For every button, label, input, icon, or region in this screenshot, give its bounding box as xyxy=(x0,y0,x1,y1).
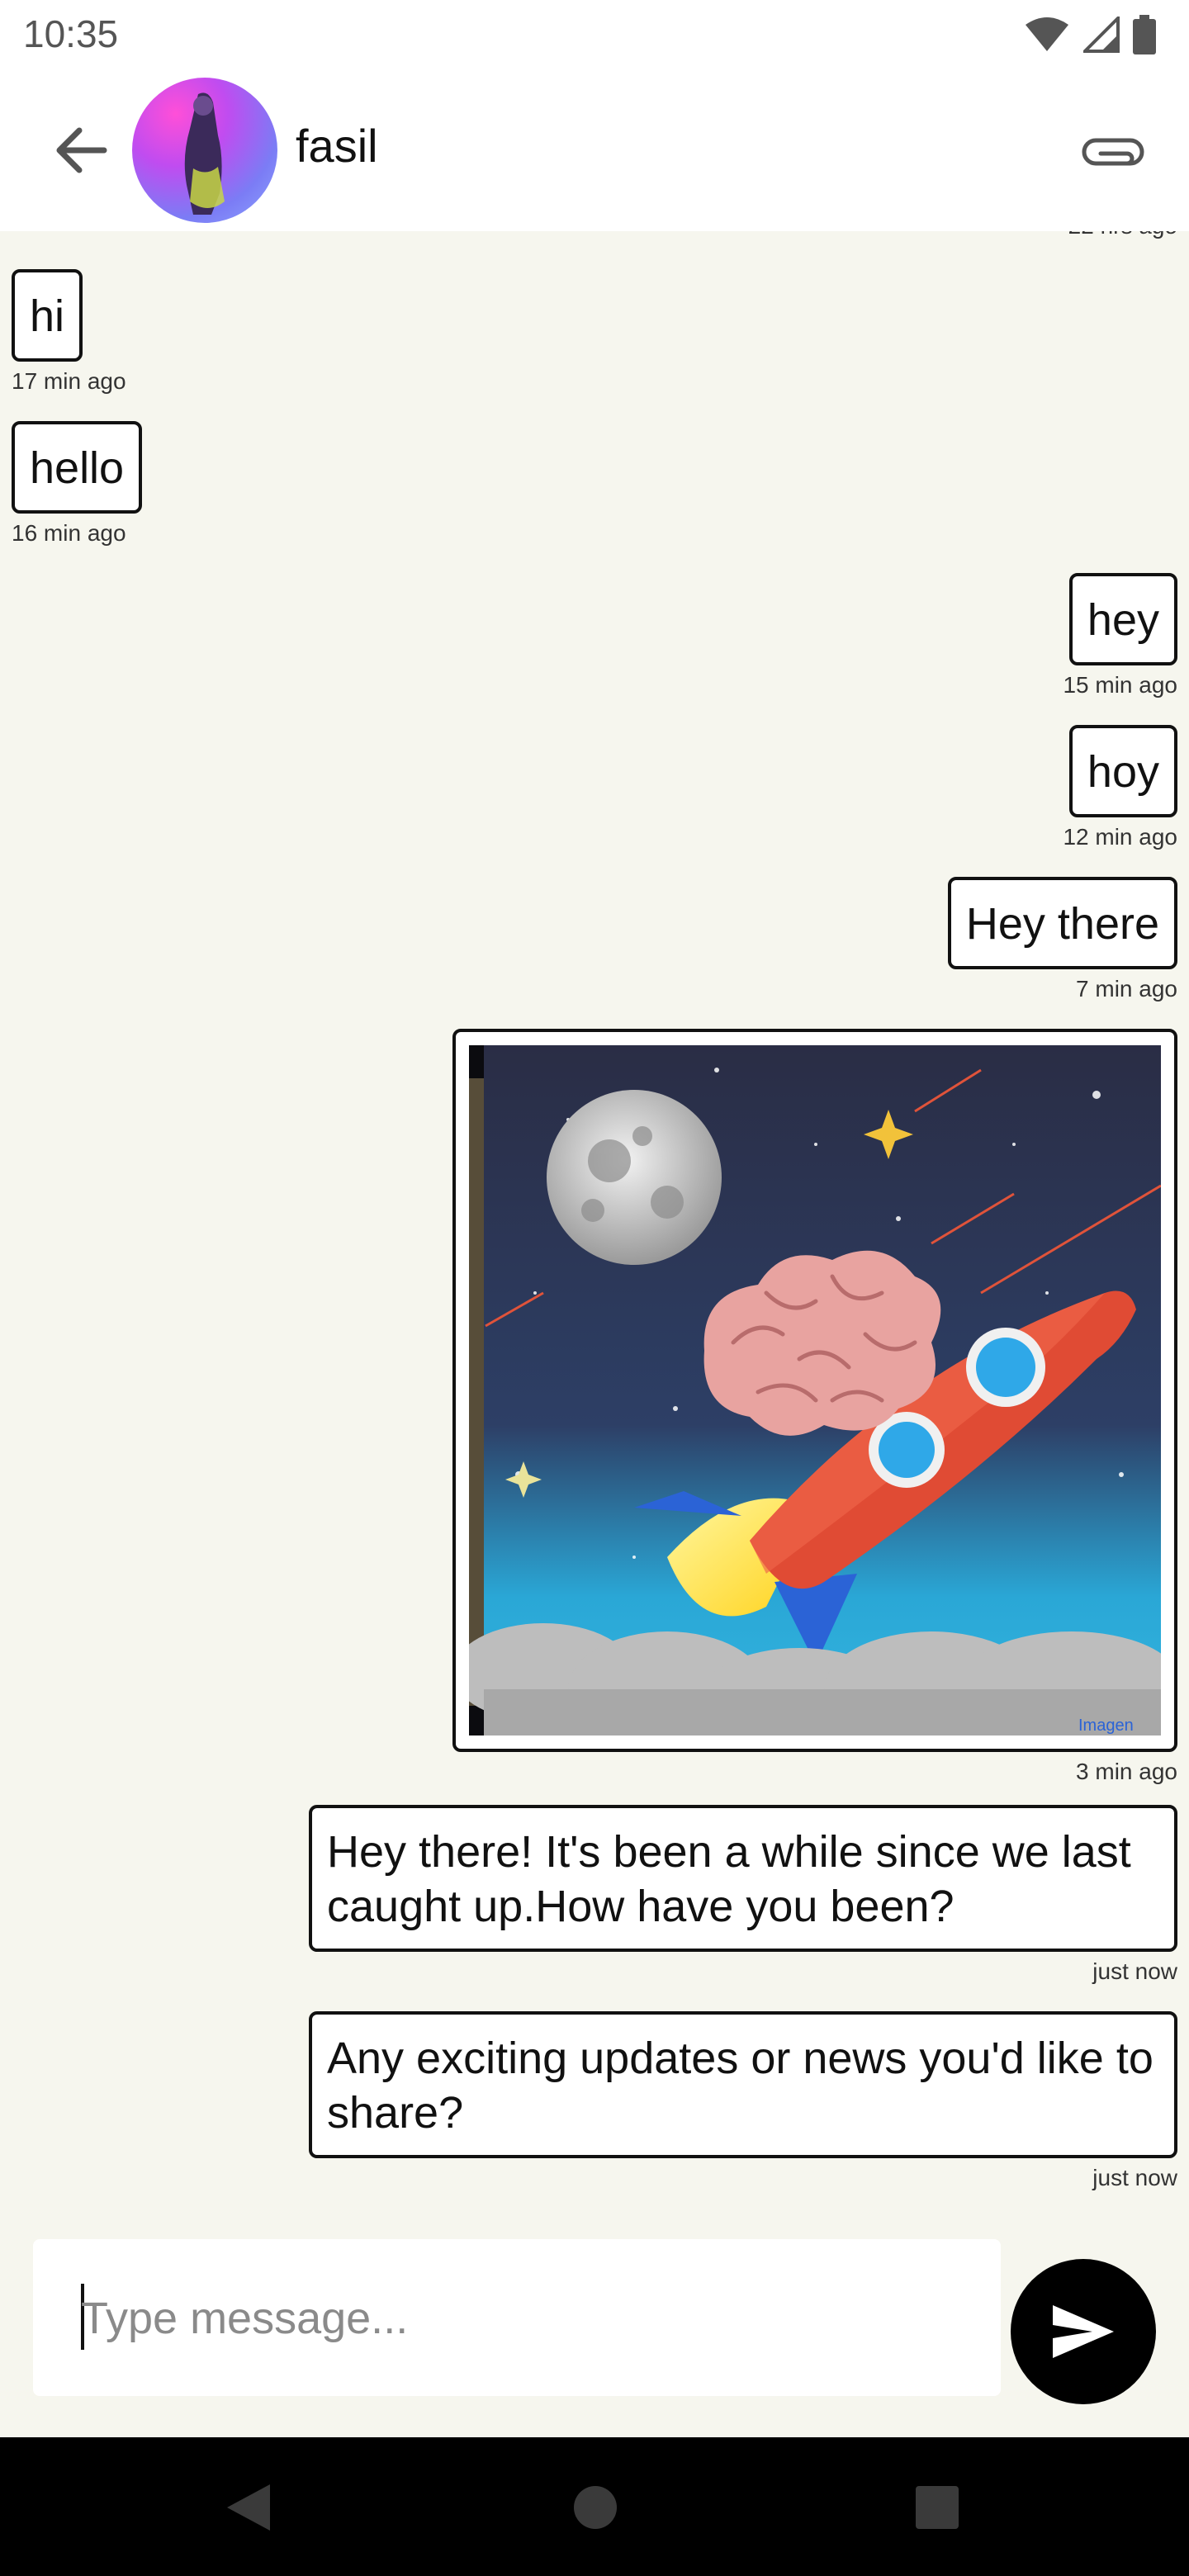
arrow-left-icon xyxy=(56,127,107,173)
message-outgoing: hey 15 min ago xyxy=(1063,573,1177,698)
status-icons xyxy=(1024,15,1156,54)
message-outgoing: Hey there! It's been a while since we la… xyxy=(309,1805,1177,1985)
avatar-figure xyxy=(184,92,225,215)
message-list[interactable]: 22 hrs ago hi 17 min ago hello 16 min ag… xyxy=(0,231,1189,2239)
battery-icon xyxy=(1133,15,1156,54)
message-time: just now xyxy=(1092,2165,1177,2190)
nav-back-button[interactable] xyxy=(220,2479,277,2536)
message-time: 16 min ago xyxy=(12,520,126,546)
send-button[interactable] xyxy=(1011,2259,1156,2404)
back-button[interactable] xyxy=(46,116,116,185)
nav-home-button[interactable] xyxy=(566,2479,624,2536)
system-nav-bar xyxy=(0,2437,1189,2576)
send-icon xyxy=(1053,2305,1114,2358)
message-bubble[interactable]: hoy xyxy=(1068,725,1177,817)
nav-back-icon xyxy=(227,2484,270,2531)
nav-recents-button[interactable] xyxy=(908,2479,966,2536)
message-bubble[interactable]: Any exciting updates or news you'd like … xyxy=(309,2011,1177,2158)
message-time: just now xyxy=(1092,1958,1177,1984)
shared-image[interactable]: Imagen xyxy=(469,1045,1161,1735)
message-time: 17 min ago xyxy=(12,368,126,394)
nav-recents-icon xyxy=(916,2486,959,2529)
message-outgoing: Hey there 7 min ago xyxy=(947,877,1177,1002)
message-bubble[interactable]: hey xyxy=(1068,573,1177,665)
image-message-bubble[interactable]: Imagen xyxy=(452,1029,1177,1752)
message-incoming: hello 16 min ago xyxy=(12,421,143,547)
attach-button[interactable] xyxy=(1075,116,1151,192)
message-time: 15 min ago xyxy=(1063,672,1177,698)
chat-header: fasil xyxy=(0,69,1189,231)
message-input[interactable] xyxy=(81,2284,973,2353)
message-incoming: hi 17 min ago xyxy=(12,269,126,395)
message-time: 7 min ago xyxy=(1076,976,1177,1002)
status-bar: 10:35 xyxy=(0,0,1189,69)
message-outgoing: Any exciting updates or news you'd like … xyxy=(309,2011,1177,2191)
image-watermark: Imagen xyxy=(1078,1717,1134,1735)
paperclip-icon xyxy=(1082,138,1144,166)
contact-name[interactable]: fasil xyxy=(296,119,378,173)
message-bubble[interactable]: Hey there! It's been a while since we la… xyxy=(309,1805,1177,1952)
message-composer xyxy=(33,2239,1001,2396)
message-outgoing: hoy 12 min ago xyxy=(1063,725,1177,850)
status-time: 10:35 xyxy=(23,12,119,55)
rocket-brain-image: Imagen xyxy=(469,1045,1161,1735)
message-bubble[interactable]: hi xyxy=(12,269,83,362)
nav-home-icon xyxy=(574,2486,617,2529)
message-bubble[interactable]: Hey there xyxy=(947,877,1177,969)
signal-icon xyxy=(1083,17,1120,53)
message-outgoing-image: Imagen 3 min ago xyxy=(452,1029,1177,1785)
message-time: 3 min ago xyxy=(1076,1759,1177,1784)
message-time: 22 hrs ago xyxy=(1068,231,1177,239)
message-time: 12 min ago xyxy=(1063,824,1177,850)
avatar[interactable] xyxy=(132,78,277,223)
wifi-icon xyxy=(1026,17,1068,51)
message-bubble[interactable]: hello xyxy=(12,421,143,514)
